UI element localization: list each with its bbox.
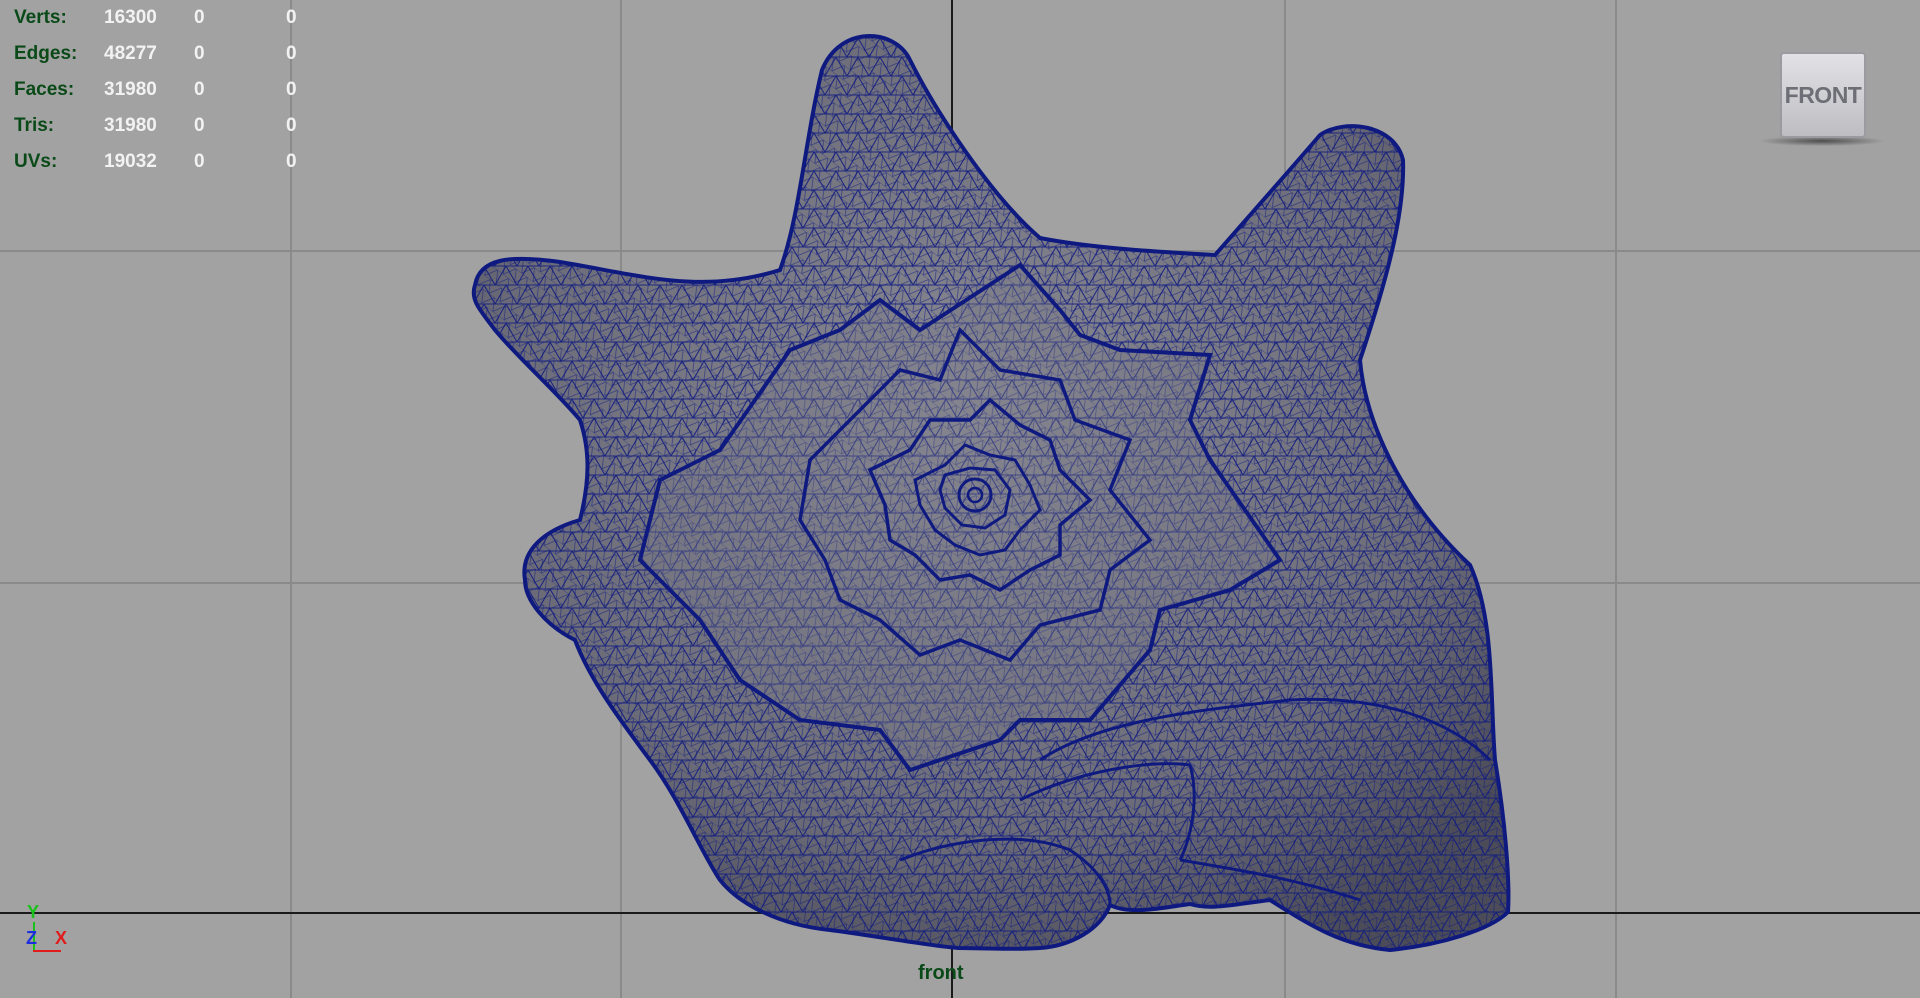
hud-row-faces: Faces: 31980 0 0 (14, 72, 326, 108)
hud-value-extra: 0 (286, 7, 297, 28)
hud-row-verts: Verts: 16300 0 0 (14, 0, 326, 36)
hud-value-selected: 0 (194, 79, 205, 100)
hud-row-edges: Edges: 48277 0 0 (14, 36, 326, 72)
hud-label: Verts: (14, 7, 67, 28)
gizmo-x-line (33, 950, 61, 952)
hud-label: UVs: (14, 151, 58, 172)
gizmo-z-label: Z (26, 928, 37, 948)
view-cube-front[interactable]: FRONT (1780, 52, 1866, 138)
hud-label: Edges: (14, 43, 78, 64)
hud-value-total: 31980 (104, 79, 157, 100)
hud-value-extra: 0 (286, 79, 297, 100)
hud-value-extra: 0 (286, 151, 297, 172)
hud-value-total: 19032 (104, 151, 157, 172)
camera-name-label: front (918, 962, 964, 984)
hud-value-selected: 0 (194, 7, 205, 28)
front-viewport[interactable]: Verts: 16300 0 0 Edges: 48277 0 0 Faces:… (0, 0, 1920, 998)
hud-value-selected: 0 (194, 43, 205, 64)
hud-row-uvs: UVs: 19032 0 0 (14, 144, 326, 180)
hud-value-total: 48277 (104, 43, 157, 64)
hud-value-total: 31980 (104, 115, 157, 136)
poly-count-hud: Verts: 16300 0 0 Edges: 48277 0 0 Faces:… (14, 0, 326, 180)
hud-value-selected: 0 (194, 115, 205, 136)
hud-row-tris: Tris: 31980 0 0 (14, 108, 326, 144)
axis-gizmo: Y Z X (22, 900, 82, 960)
hud-label: Faces: (14, 79, 75, 100)
gizmo-x-label: X (55, 928, 68, 948)
hud-value-selected: 0 (194, 151, 205, 172)
hud-value-extra: 0 (286, 115, 297, 136)
gizmo-y-label: Y (27, 902, 40, 922)
hud-value-extra: 0 (286, 43, 297, 64)
hud-value-total: 16300 (104, 7, 157, 28)
hud-label: Tris: (14, 115, 55, 136)
